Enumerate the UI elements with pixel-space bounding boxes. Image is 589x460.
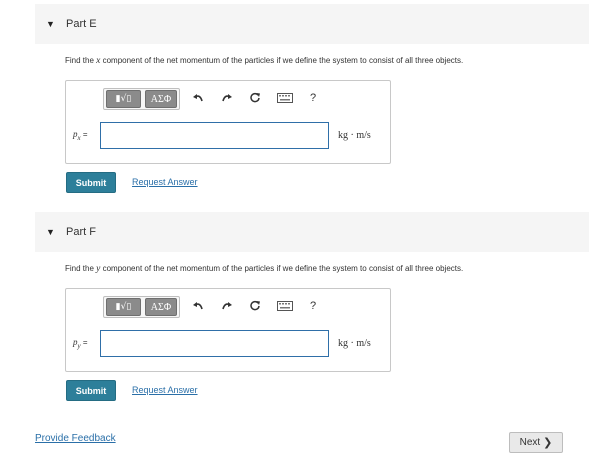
part-f-question: Find the y component of the net momentum… xyxy=(65,264,464,274)
collapse-caret-icon[interactable]: ▼ xyxy=(46,19,55,29)
help-button[interactable]: ? xyxy=(305,297,321,315)
next-button[interactable]: Next ❯ xyxy=(509,432,563,453)
next-label: Next xyxy=(519,437,541,448)
provide-feedback-link[interactable]: Provide Feedback xyxy=(35,433,116,444)
redo-icon[interactable] xyxy=(219,89,235,107)
symbols-button[interactable]: ΑΣΦ xyxy=(144,298,177,316)
part-f-answer-box: ▮√▯ ΑΣΦ ? py = kg · m/s xyxy=(65,288,391,372)
part-f-submit-button[interactable]: Submit xyxy=(66,380,116,401)
py-answer-input[interactable] xyxy=(100,330,329,357)
part-f-header[interactable]: ▼ Part F xyxy=(35,212,589,252)
part-f-request-answer-link[interactable]: Request Answer xyxy=(132,385,198,395)
unit-label: kg · m/s xyxy=(338,338,371,349)
px-answer-input[interactable] xyxy=(100,122,329,149)
part-e-request-answer-link[interactable]: Request Answer xyxy=(132,177,198,187)
part-f-title: Part F xyxy=(66,226,96,238)
py-label: py = xyxy=(73,337,88,350)
reset-icon[interactable] xyxy=(247,297,263,315)
keyboard-icon[interactable] xyxy=(276,297,294,315)
keyboard-icon[interactable] xyxy=(276,89,294,107)
unit-label: kg · m/s xyxy=(338,130,371,141)
redo-icon[interactable] xyxy=(219,297,235,315)
undo-icon[interactable] xyxy=(190,89,206,107)
reset-icon[interactable] xyxy=(247,89,263,107)
part-e-submit-button[interactable]: Submit xyxy=(66,172,116,193)
symbols-button[interactable]: ΑΣΦ xyxy=(144,90,177,108)
collapse-caret-icon[interactable]: ▼ xyxy=(46,227,55,237)
help-button[interactable]: ? xyxy=(305,89,321,107)
templates-button[interactable]: ▮√▯ xyxy=(106,298,141,316)
part-e-title: Part E xyxy=(66,18,97,30)
undo-icon[interactable] xyxy=(190,297,206,315)
part-e-header[interactable]: ▼ Part E xyxy=(35,4,589,44)
templates-button[interactable]: ▮√▯ xyxy=(106,90,141,108)
px-label: px = xyxy=(73,129,88,142)
chevron-right-icon: ❯ xyxy=(543,437,553,449)
math-toolbar-group: ▮√▯ ΑΣΦ xyxy=(103,296,180,318)
part-e-question: Find the x component of the net momentum… xyxy=(65,56,464,66)
math-toolbar-group: ▮√▯ ΑΣΦ xyxy=(103,88,180,110)
part-e-answer-box: ▮√▯ ΑΣΦ ? px = kg · m/s xyxy=(65,80,391,164)
